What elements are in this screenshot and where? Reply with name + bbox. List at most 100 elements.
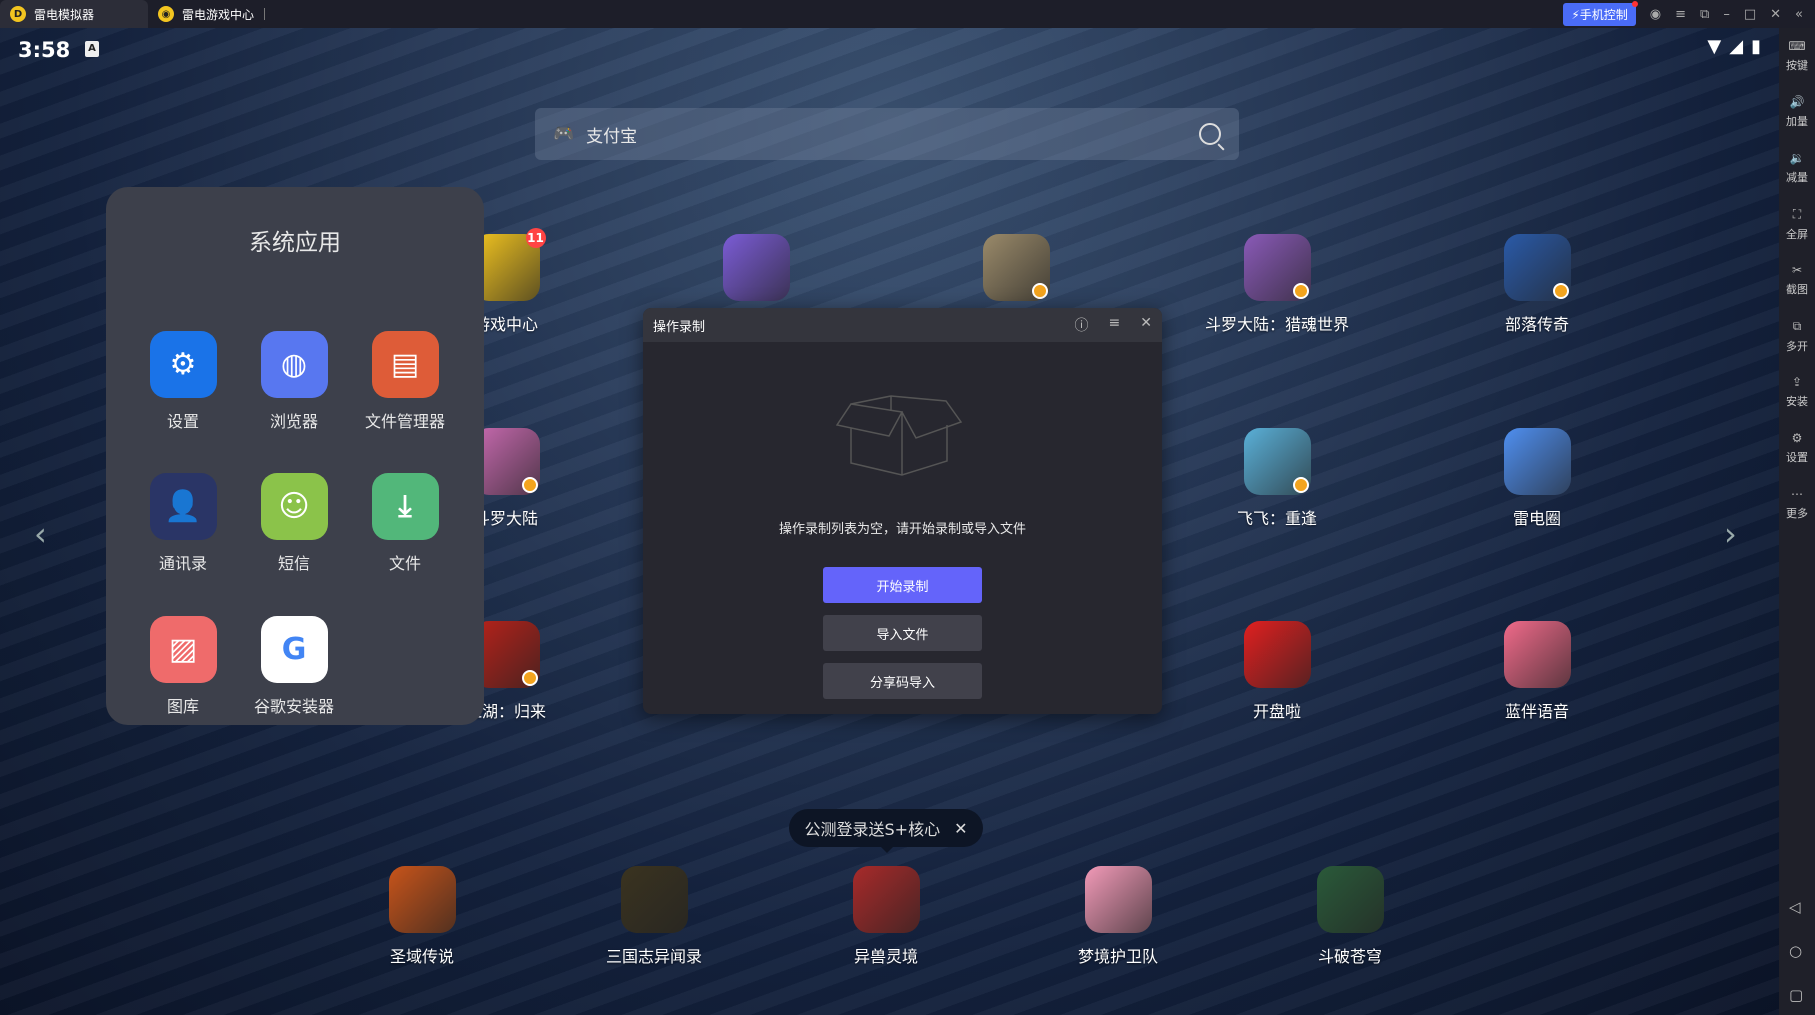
- app-icon-飞飞：重逢[interactable]: 飞飞：重逢: [1202, 428, 1352, 529]
- app-image-icon: [1243, 234, 1311, 301]
- recents-icon[interactable]: ▢: [1789, 986, 1803, 1004]
- app-image-icon: [1316, 866, 1384, 933]
- app-image-icon: [1503, 621, 1571, 688]
- app-label: 谷歌安装器: [253, 697, 334, 716]
- app-icon-三国志异闻录[interactable]: 三国志异闻录: [579, 866, 729, 967]
- notification-icon: A: [85, 41, 99, 57]
- toolbar-item-0[interactable]: ⌨ 按键: [1779, 28, 1815, 84]
- minimize-icon[interactable]: –: [1723, 7, 1730, 22]
- menu-icon[interactable]: ≡: [1675, 7, 1686, 22]
- app-image-icon: ⤓: [371, 473, 439, 540]
- toolbar-label: 截图: [1786, 283, 1808, 296]
- toolbar-item-5[interactable]: ⧉ 多开: [1779, 308, 1815, 364]
- collapse-sidebar-icon[interactable]: «: [1795, 7, 1803, 22]
- app-icon-异兽灵境[interactable]: 异兽灵境: [811, 866, 961, 967]
- ld-badge-icon: [1292, 283, 1309, 299]
- toolbar-icon: ✂: [1791, 263, 1803, 277]
- app-icon-斗罗大陆：猎魂世界[interactable]: 斗罗大陆：猎魂世界: [1202, 234, 1352, 335]
- app-image-icon: [1243, 621, 1311, 688]
- app-image-icon: [722, 234, 790, 301]
- toolbar-item-1[interactable]: 🔊 加量: [1779, 84, 1815, 140]
- dialog-title: 操作录制: [653, 319, 706, 335]
- signal-icon: ◢: [1729, 36, 1744, 57]
- next-page-icon[interactable]: ›: [1724, 515, 1737, 553]
- app-image-icon: ▤: [371, 331, 439, 398]
- app-icon-开盘啦[interactable]: 开盘啦: [1202, 621, 1352, 722]
- close-icon[interactable]: ✕: [1140, 315, 1152, 335]
- app-label: 三国志异闻录: [605, 947, 702, 966]
- app-label: 部落传奇: [1504, 315, 1569, 334]
- maximize-icon[interactable]: □: [1744, 7, 1756, 22]
- app-label: 蓝伴语音: [1504, 702, 1569, 721]
- toolbar-item-6[interactable]: ⇪ 安装: [1779, 364, 1815, 420]
- app-icon-蓝伴语音[interactable]: 蓝伴语音: [1462, 621, 1612, 722]
- ld-badge-icon: [521, 477, 538, 493]
- app-image-icon: G: [260, 616, 328, 683]
- back-icon[interactable]: ◁: [1789, 898, 1801, 916]
- app-label: 飞飞：重逢: [1236, 509, 1317, 528]
- app-label: 文件: [388, 554, 421, 573]
- app-icon-文件[interactable]: ⤓ 文件: [330, 473, 480, 574]
- app-label: 斗罗大陆：猎魂世界: [1204, 315, 1349, 334]
- app-label: 梦境护卫队: [1077, 947, 1158, 966]
- app-icon-文件管理器[interactable]: ▤ 文件管理器: [330, 331, 480, 432]
- toolbar-icon: ⧉: [1792, 318, 1802, 333]
- phone-control-button[interactable]: ⚡手机控制: [1563, 0, 1639, 26]
- restore-window-icon[interactable]: ⧉: [1700, 7, 1709, 22]
- app-image-icon: [1503, 428, 1571, 495]
- app-icon-部落传奇[interactable]: 部落传奇: [1462, 234, 1612, 335]
- app-label: 文件管理器: [364, 412, 445, 431]
- account-icon[interactable]: ◉: [1650, 7, 1661, 22]
- app-icon-圣域传说[interactable]: 圣域传说: [347, 866, 497, 967]
- divider: [264, 8, 266, 20]
- prev-page-icon[interactable]: ‹: [34, 515, 47, 553]
- tab-game-center[interactable]: ◉ 雷电游戏中心: [148, 0, 296, 28]
- toolbar-label: 全屏: [1786, 227, 1808, 241]
- app-image-icon: [1503, 234, 1571, 301]
- ldplayer-logo-icon: D: [10, 6, 26, 22]
- help-icon[interactable]: ⓘ: [1075, 315, 1089, 335]
- toolbar-label: 安装: [1786, 395, 1808, 408]
- toolbar-item-7[interactable]: ⚙ 设置: [1779, 420, 1815, 476]
- promo-tooltip[interactable]: 公测登录送S+核心 ✕: [789, 809, 983, 853]
- search-input[interactable]: 支付宝: [586, 122, 637, 147]
- share-code-import-button[interactable]: 分享码导入: [823, 663, 982, 699]
- empty-message: 操作录制列表为空，请开始录制或导入文件: [778, 522, 1026, 537]
- menu-icon[interactable]: ≡: [1109, 315, 1121, 335]
- app-icon-谷歌安装器[interactable]: G 谷歌安装器: [219, 616, 369, 717]
- import-file-button[interactable]: 导入文件: [823, 615, 982, 651]
- search-icon[interactable]: [1199, 123, 1221, 145]
- toolbar-icon: ⇪: [1791, 375, 1803, 389]
- folder-title: 系统应用: [249, 230, 341, 256]
- app-image-icon: [620, 866, 688, 933]
- phone-control-label: 手机控制: [1579, 7, 1628, 22]
- app-icon-hidden[interactable]: [941, 234, 1091, 311]
- app-icon-雷电圈[interactable]: 雷电圈: [1462, 428, 1612, 529]
- toolbar-icon: ⌨: [1788, 39, 1806, 53]
- ld-badge-icon: [1552, 283, 1569, 299]
- toolbar-item-2[interactable]: 🔉 减量: [1779, 140, 1815, 196]
- toolbar-icon: 🔊: [1789, 95, 1805, 109]
- toolbar-item-3[interactable]: ⛶ 全屏: [1779, 196, 1815, 252]
- app-icon-斗破苍穹[interactable]: 斗破苍穹: [1275, 866, 1425, 967]
- toolbar-item-8[interactable]: ⋯ 更多: [1779, 476, 1815, 532]
- toolbar-label: 加量: [1786, 115, 1808, 128]
- start-recording-button[interactable]: 开始录制: [823, 567, 982, 603]
- close-promo-icon[interactable]: ✕: [954, 819, 967, 838]
- search-bar[interactable]: 🎮 支付宝: [535, 108, 1239, 160]
- tab-emulator[interactable]: D 雷电模拟器: [0, 0, 148, 28]
- app-image-icon: ◍: [260, 331, 328, 398]
- toolbar-label: 减量: [1786, 171, 1808, 184]
- android-screen: 3:58 A ▼ ◢ ▮ 🎮 支付宝 11 游戏中心 斗罗大陆：猎魂世界 部落传奇 斗罗大陆…: [0, 28, 1779, 1015]
- toolbar-label: 多开: [1786, 339, 1808, 353]
- app-image-icon: [982, 234, 1050, 301]
- notification-badge: 11: [525, 228, 546, 248]
- app-image-icon: 👤: [149, 473, 217, 540]
- toolbar-item-4[interactable]: ✂ 截图: [1779, 252, 1815, 308]
- toolbar-icon: ⛶: [1792, 206, 1802, 221]
- app-icon-梦境护卫队[interactable]: 梦境护卫队: [1043, 866, 1193, 967]
- title-bar: D 雷电模拟器 ◉ 雷电游戏中心 ⚡手机控制 ◉ ≡ ⧉ – □ ✕ «: [0, 0, 1815, 28]
- close-icon[interactable]: ✕: [1770, 7, 1781, 22]
- home-icon[interactable]: ○: [1789, 942, 1802, 960]
- app-icon-hidden[interactable]: [681, 234, 831, 311]
